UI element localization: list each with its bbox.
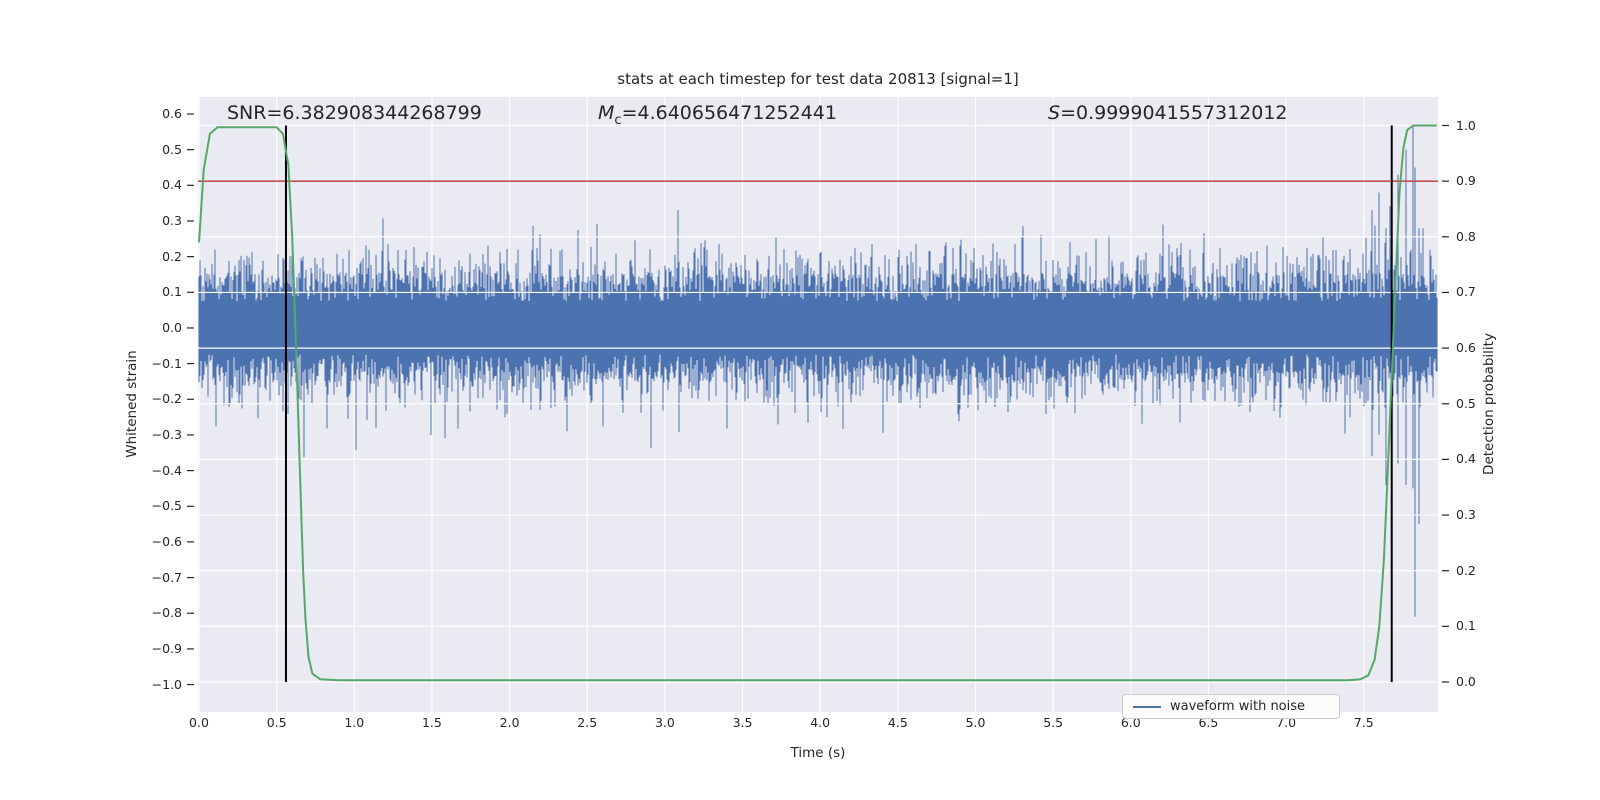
y-tick-label-left: 0.6: [162, 106, 182, 121]
x-axis-label: Time (s): [790, 745, 846, 761]
y-tick-label-left: −0.7: [151, 569, 182, 585]
chart-title: stats at each timestep for test data 208…: [617, 70, 1019, 88]
y-tick-label-right: 0.1: [1456, 618, 1476, 634]
x-tick-label: 0.5: [266, 715, 287, 730]
annotation-m: Mc=4.640656471252441: [598, 102, 837, 128]
annotation-snr: SNR=6.382908344268799: [227, 102, 482, 124]
y-tick-label-left: 0.4: [162, 177, 182, 193]
x-tick-label: 4.0: [810, 715, 831, 730]
y-tick-label-right: 0.6: [1456, 340, 1476, 356]
plot-area: [198, 97, 1438, 712]
y-tick-label-right: 0.2: [1456, 562, 1476, 578]
y-tick-label-left: −0.8: [151, 605, 182, 621]
annotation-s: S=0.9999041557312012: [1048, 102, 1288, 124]
x-tick-label: 3.0: [654, 715, 675, 730]
y-tick-label-right: 0.4: [1456, 451, 1476, 467]
legend-label: waveform with noise: [1170, 699, 1306, 714]
y-tick-label-right: 0.9: [1456, 173, 1476, 189]
y-tick-label-right: 0.5: [1456, 395, 1476, 411]
y-tick-label-left: 0.1: [162, 284, 182, 300]
y-tick-label-left: −0.9: [151, 640, 182, 656]
y-tick-label-right: 0.3: [1456, 507, 1476, 523]
y-tick-label-left: 0.3: [162, 212, 182, 228]
y-tick-label-right: 0.7: [1456, 284, 1476, 300]
x-tick-label: 4.5: [887, 715, 908, 730]
y-tick-label-left: −0.2: [151, 391, 182, 407]
y-tick-label-left: −1.0: [151, 676, 182, 692]
y-tick-label-right: 0.0: [1456, 674, 1476, 689]
legend: waveform with noise: [1122, 694, 1340, 719]
y-tick-label-left: −0.5: [151, 498, 182, 514]
y-tick-label-left: 0.2: [162, 248, 182, 264]
x-tick-label: 1.0: [344, 715, 365, 730]
x-tick-label: 1.5: [421, 715, 442, 730]
y-tick-label-left: 0.0: [162, 319, 182, 335]
y-tick-label-right: 1.0: [1456, 117, 1476, 133]
figure: stats at each timestep for test data 208…: [0, 0, 1600, 800]
x-tick-label: 5.5: [1043, 715, 1064, 730]
x-tick-label: 0.0: [189, 715, 209, 730]
legend-line-sample: [1133, 705, 1161, 708]
x-tick-label: 7.5: [1353, 715, 1374, 730]
y-tick-label-left: −0.1: [151, 355, 182, 371]
x-tick-label: 2.0: [499, 715, 520, 730]
y-tick-label-right: 0.8: [1456, 228, 1476, 244]
x-tick-label: 3.5: [732, 715, 753, 730]
x-tick-label: 2.5: [577, 715, 598, 730]
y-tick-label-left: −0.3: [151, 426, 182, 442]
y-tick-label-left: 0.5: [162, 141, 182, 157]
x-tick-label: 5.0: [965, 715, 986, 730]
y-tick-label-left: −0.6: [151, 533, 182, 549]
y-tick-label-left: −0.4: [151, 462, 182, 478]
